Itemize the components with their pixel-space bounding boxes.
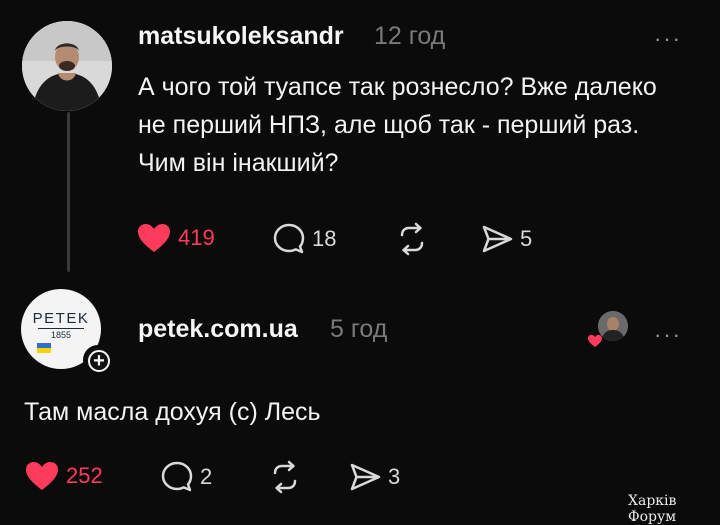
send-icon [350,463,381,491]
like-count: 419 [178,225,215,250]
avatar[interactable]: PETEK 1855 + [21,289,113,375]
repost-icon [273,460,297,494]
comment-button[interactable]: 2 [160,460,212,494]
repost-button[interactable] [395,222,429,256]
like-button[interactable]: 252 [24,460,103,492]
comment-icon [161,461,193,492]
share-count: 3 [388,464,401,489]
plus-icon: + [88,350,110,372]
more-options-button[interactable]: ··· [654,324,682,346]
share-button[interactable]: 5 [480,222,532,256]
like-button[interactable]: 419 [136,222,215,254]
comment-count: 2 [200,464,213,489]
post-text: Там масла дохуя (с) Лесь [24,398,321,426]
username[interactable]: matsukoleksandr [138,22,344,51]
repost-button[interactable] [268,460,302,494]
send-icon [482,225,513,253]
more-options-button[interactable]: ··· [654,28,682,50]
username[interactable]: petek.com.ua [138,315,298,344]
share-button[interactable]: 3 [348,460,400,494]
heart-filled-icon [26,462,58,490]
timestamp: 5 год [330,315,388,343]
avatar[interactable] [22,21,112,111]
like-count: 252 [66,463,103,488]
share-count: 5 [520,226,533,251]
comment-icon [273,223,305,254]
ukraine-flag-icon [37,343,51,353]
thread-line [67,112,70,272]
heart-filled-icon [138,224,170,252]
timestamp: 12 год [374,22,446,50]
repost-icon [400,222,424,256]
petek-logo: PETEK 1855 [30,311,92,341]
post-text: А чого той туапсе так рознесло? Вже дале… [138,73,657,177]
heart-filled-icon [588,334,602,348]
follow-button[interactable]: + [83,345,113,375]
logo-year: 1855 [38,328,84,341]
logo-name: PETEK [32,310,90,327]
watermark: Харків Форум [628,493,677,525]
comment-count: 18 [312,226,337,251]
user-photo [22,21,112,111]
comment-button[interactable]: 18 [272,222,336,256]
